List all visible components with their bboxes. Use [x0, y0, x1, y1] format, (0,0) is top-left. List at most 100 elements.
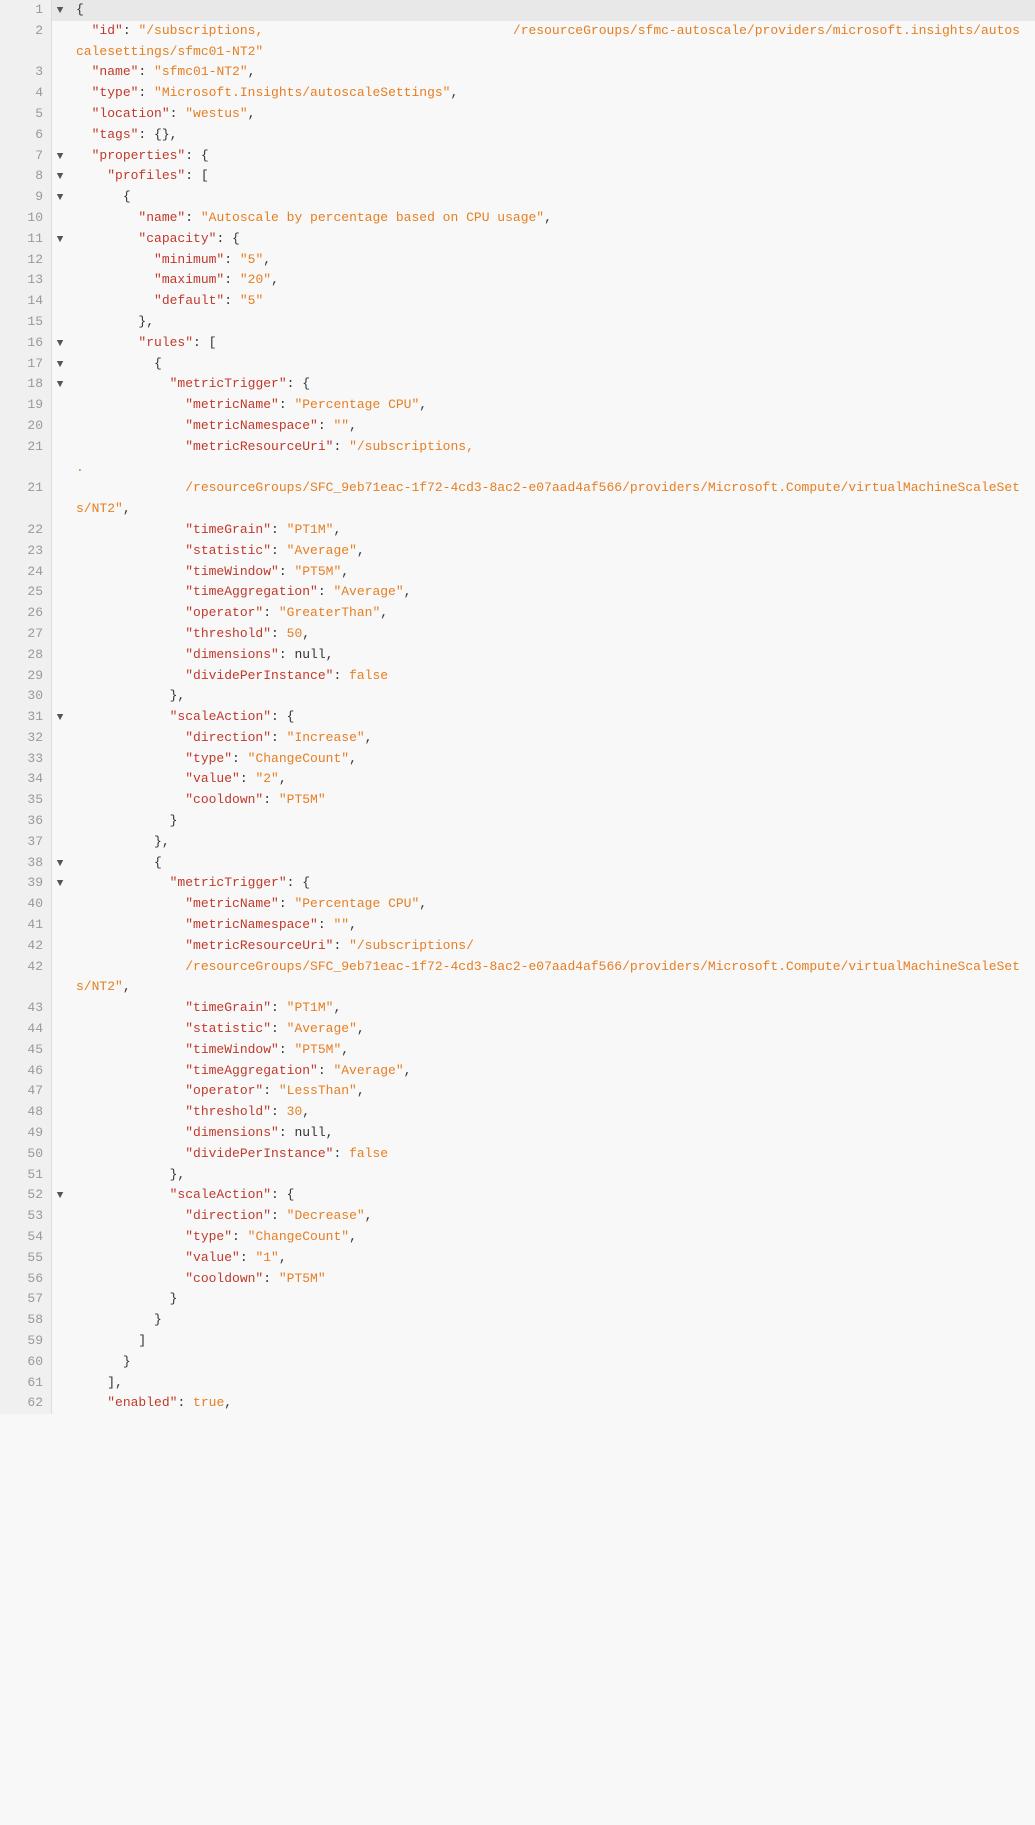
- collapse-toggle[interactable]: ▼: [57, 5, 64, 17]
- table-row: 55 "value": "1",: [0, 1248, 1035, 1269]
- line-number: 24: [0, 562, 52, 583]
- string-val-token: "Autoscale by percentage based on CPU us…: [201, 210, 544, 225]
- line-content: "statistic": "Average",: [68, 541, 1035, 562]
- line-toggle: [52, 811, 68, 832]
- line-number: 45: [0, 1040, 52, 1061]
- line-number: 61: [0, 1373, 52, 1394]
- line-toggle: [52, 1165, 68, 1186]
- table-row: 24 "timeWindow": "PT5M",: [0, 562, 1035, 583]
- line-number: 27: [0, 624, 52, 645]
- punct-token: :: [333, 1146, 349, 1161]
- punct-token: ,: [404, 584, 412, 599]
- punct-token: : {: [271, 709, 294, 724]
- punct-token: ,: [349, 751, 357, 766]
- table-row: 44 "statistic": "Average",: [0, 1019, 1035, 1040]
- table-row: 3 "name": "sfmc01-NT2",: [0, 62, 1035, 83]
- line-toggle[interactable]: ▼: [52, 853, 68, 874]
- line-content: "metricName": "Percentage CPU",: [68, 395, 1035, 416]
- line-content: "metricResourceUri": "/subscriptions, .: [68, 437, 1035, 479]
- line-toggle: [52, 1393, 68, 1414]
- line-content: "metricTrigger": {: [68, 374, 1035, 395]
- collapse-toggle[interactable]: ▼: [57, 858, 64, 870]
- punct-token: ,: [349, 1229, 357, 1244]
- line-number: 44: [0, 1019, 52, 1040]
- collapse-toggle[interactable]: ▼: [57, 151, 64, 163]
- line-toggle[interactable]: ▼: [52, 354, 68, 375]
- line-toggle: [52, 1144, 68, 1165]
- collapse-toggle[interactable]: ▼: [57, 171, 64, 183]
- punct-token: ,: [419, 896, 427, 911]
- line-number: 9: [0, 187, 52, 208]
- collapse-toggle[interactable]: ▼: [57, 878, 64, 890]
- punct-token: :: [224, 272, 240, 287]
- collapse-toggle[interactable]: ▼: [57, 338, 64, 350]
- table-row: 43 "timeGrain": "PT1M",: [0, 998, 1035, 1019]
- line-content: "timeAggregation": "Average",: [68, 1061, 1035, 1082]
- punct-token: :: [271, 1104, 287, 1119]
- line-number: 3: [0, 62, 52, 83]
- key-token: "timeAggregation": [76, 1063, 318, 1078]
- line-toggle: [52, 1081, 68, 1102]
- line-toggle[interactable]: ▼: [52, 1185, 68, 1206]
- line-content: "id": "/subscriptions, /resourceGroups/s…: [68, 21, 1035, 63]
- line-number: 25: [0, 582, 52, 603]
- line-number: 31: [0, 707, 52, 728]
- collapse-toggle[interactable]: ▼: [57, 359, 64, 371]
- line-toggle[interactable]: ▼: [52, 229, 68, 250]
- key-token: "value": [76, 771, 240, 786]
- key-token: "cooldown": [76, 792, 263, 807]
- string-val-token: "/subscriptions, /resourceGroups/sfmc-au…: [76, 23, 1020, 59]
- line-toggle[interactable]: ▼: [52, 707, 68, 728]
- punct-token: ,: [357, 543, 365, 558]
- line-toggle: [52, 395, 68, 416]
- key-token: "capacity": [76, 231, 216, 246]
- collapse-toggle[interactable]: ▼: [57, 712, 64, 724]
- line-toggle[interactable]: ▼: [52, 187, 68, 208]
- line-content: "threshold": 50,: [68, 624, 1035, 645]
- null-val-token: null: [294, 647, 325, 662]
- line-number: 57: [0, 1289, 52, 1310]
- line-toggle[interactable]: ▼: [52, 166, 68, 187]
- table-row: 42 /resourceGroups/SFC_9eb71eac-1f72-4cd…: [0, 957, 1035, 999]
- string-val-token: "5": [240, 252, 263, 267]
- key-token: "location": [76, 106, 170, 121]
- string-val-token: "Percentage CPU": [294, 896, 419, 911]
- line-toggle[interactable]: ▼: [52, 333, 68, 354]
- key-token: "metricName": [76, 397, 279, 412]
- line-toggle[interactable]: ▼: [52, 374, 68, 395]
- punct-token: ,: [349, 917, 357, 932]
- string-val-token: "Average": [287, 1021, 357, 1036]
- line-number: 62: [0, 1393, 52, 1414]
- table-row: 53 "direction": "Decrease",: [0, 1206, 1035, 1227]
- punct-token: :: [271, 1000, 287, 1015]
- collapse-toggle[interactable]: ▼: [57, 379, 64, 391]
- line-toggle: [52, 125, 68, 146]
- punct-token: :: [271, 730, 287, 745]
- table-row: 59 ]: [0, 1331, 1035, 1352]
- line-toggle[interactable]: ▼: [52, 873, 68, 894]
- table-row: 56 "cooldown": "PT5M": [0, 1269, 1035, 1290]
- punct-token: :: [232, 1229, 248, 1244]
- key-token: "metricTrigger": [76, 875, 287, 890]
- key-token: "operator": [76, 1083, 263, 1098]
- line-toggle: [52, 998, 68, 1019]
- line-toggle[interactable]: ▼: [52, 0, 68, 21]
- punct-token: :: [333, 668, 349, 683]
- line-toggle[interactable]: ▼: [52, 146, 68, 167]
- collapse-toggle[interactable]: ▼: [57, 234, 64, 246]
- line-number: 5: [0, 104, 52, 125]
- line-toggle: [52, 1248, 68, 1269]
- collapse-toggle[interactable]: ▼: [57, 1190, 64, 1202]
- punct-token: ,: [279, 1250, 287, 1265]
- table-row: 30 },: [0, 686, 1035, 707]
- line-content: "operator": "GreaterThan",: [68, 603, 1035, 624]
- line-content: "capacity": {: [68, 229, 1035, 250]
- collapse-toggle[interactable]: ▼: [57, 192, 64, 204]
- line-toggle: [52, 1040, 68, 1061]
- key-token: "statistic": [76, 543, 271, 558]
- punct-token: ,: [263, 252, 271, 267]
- key-token: "name": [76, 210, 185, 225]
- punct-token: :: [279, 397, 295, 412]
- string-val-token: "": [333, 917, 349, 932]
- line-number: 14: [0, 291, 52, 312]
